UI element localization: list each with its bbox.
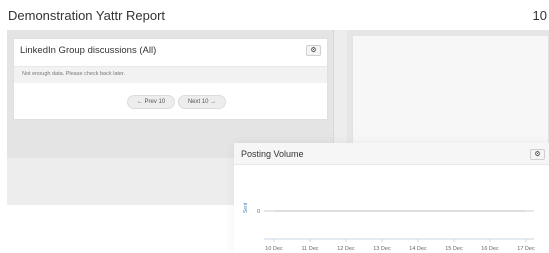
corner-number: 10 <box>532 8 547 23</box>
y-tick-label: 0 <box>257 209 260 215</box>
x-tick-label: 10 Dec <box>265 246 283 252</box>
empty-data-notice: Not enough data. Please check back later… <box>14 67 327 83</box>
y-tick-labels: 0 <box>257 209 260 215</box>
posting-volume-chart: 10 Dec 11 Dec 12 Dec 13 Dec 14 Dec 15 Dec 16 D… <box>243 202 535 252</box>
gear-icon: ⚙ <box>534 151 541 158</box>
notice-text: Not enough data. Please check back later… <box>22 71 126 77</box>
y-axis-label: Sent <box>243 202 249 213</box>
x-tick-label: 15 Dec <box>445 246 463 252</box>
x-tick-label: 13 Dec <box>373 246 391 252</box>
posting-settings-button[interactable]: ⚙ <box>530 149 545 160</box>
gear-icon: ⚙ <box>310 47 317 54</box>
x-tick-label: 11 Dec <box>301 246 318 252</box>
next-10-button[interactable]: Next 10 → <box>178 95 226 109</box>
panel-settings-button[interactable]: ⚙ <box>306 45 321 56</box>
x-tick-labels: 10 Dec 11 Dec 12 Dec 13 Dec 14 Dec 15 Dec 16 D… <box>265 239 535 252</box>
posting-volume-title: Posting Volume <box>241 149 304 159</box>
prev-10-button[interactable]: ← Prev 10 <box>127 95 175 109</box>
x-tick-label: 16 Dec <box>481 246 499 252</box>
x-tick-label: 17 Dec <box>517 246 535 252</box>
posting-volume-panel: Posting Volume ⚙ 10 Dec 11 Dec 12 Dec 13 De… <box>234 143 549 253</box>
linkedin-discussions-panel: LinkedIn Group discussions (All) ⚙ Not e… <box>13 38 328 120</box>
panel-title: LinkedIn Group discussions (All) <box>20 45 157 56</box>
report-title: Demonstration Yattr Report <box>8 8 166 23</box>
x-tick-label: 12 Dec <box>337 246 355 252</box>
posting-volume-header: Posting Volume ⚙ <box>234 143 549 165</box>
x-tick-label: 14 Dec <box>409 246 427 252</box>
